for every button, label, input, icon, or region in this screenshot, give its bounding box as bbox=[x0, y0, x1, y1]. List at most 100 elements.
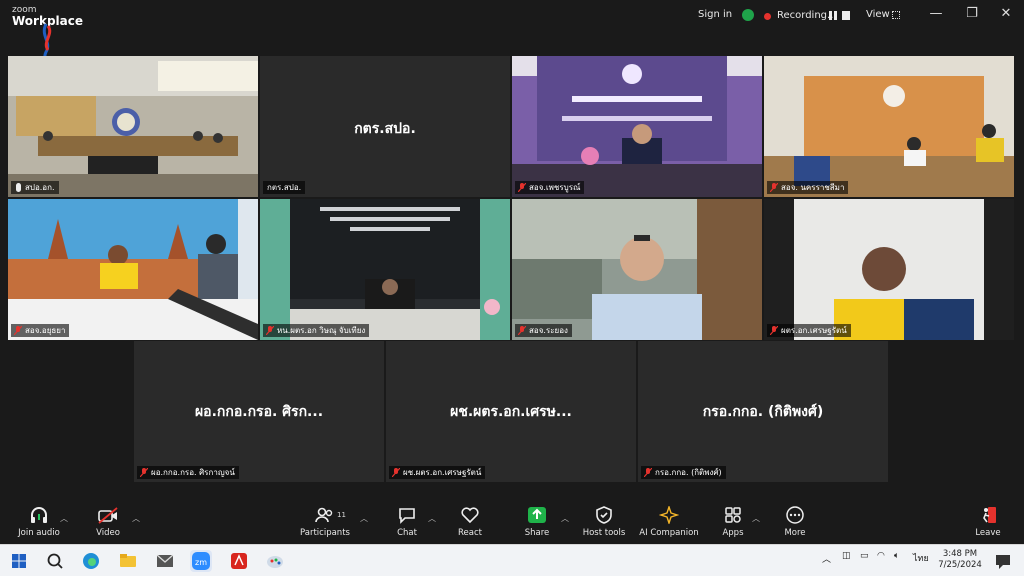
react-button[interactable]: React bbox=[435, 506, 505, 538]
participant-name-text: สอจ. นครราชสีมา bbox=[781, 183, 845, 192]
mic-muted-icon bbox=[392, 468, 400, 477]
share-label: Share bbox=[524, 528, 550, 538]
host-tools-button[interactable]: Host tools bbox=[569, 506, 639, 538]
ai-companion-button[interactable]: AI Companion bbox=[634, 506, 704, 538]
edge-browser-icon[interactable] bbox=[80, 550, 102, 572]
share-screen-icon bbox=[528, 507, 546, 523]
participants-count: 11 bbox=[337, 511, 346, 519]
input-language[interactable]: ไทย bbox=[913, 551, 929, 565]
participants-options-chevron-icon[interactable]: ︿ bbox=[360, 513, 368, 524]
video-feed-conference-room bbox=[8, 56, 258, 197]
sign-in-link[interactable]: Sign in bbox=[698, 9, 732, 20]
close-icon[interactable]: ✕ bbox=[996, 6, 1016, 21]
show-hidden-icons-chevron-icon[interactable]: ︿ bbox=[822, 552, 831, 565]
apps-label: Apps bbox=[722, 528, 744, 538]
zoom-taskbar-button[interactable]: zm bbox=[190, 550, 212, 572]
participant-display-name: ผช.ผตร.อก.เศรษ... bbox=[450, 404, 572, 420]
shield-icon bbox=[596, 506, 612, 524]
windows-taskbar: zm ︿ ◫ ▭ ◠ 🔈︎ ไทย 3:48 PM 7/25/2024 bbox=[0, 544, 1024, 576]
share-options-chevron-icon[interactable]: ︿ bbox=[561, 513, 569, 524]
video-tile[interactable]: สอจ.อยุธยา bbox=[8, 199, 258, 340]
participants-icon bbox=[315, 507, 333, 523]
video-options-chevron-icon[interactable]: ︿ bbox=[132, 513, 140, 524]
ai-companion-label: AI Companion bbox=[639, 528, 699, 538]
chat-icon bbox=[399, 508, 415, 524]
zoom-workplace-window: zoom Workplace Sign in Recording... View… bbox=[0, 0, 1024, 576]
participant-name-text: ผอ.กกอ.กรอ. ศิรกาญจน์ bbox=[151, 468, 235, 477]
join-audio-label: Join audio bbox=[18, 528, 60, 538]
audio-options-chevron-icon[interactable]: ︿ bbox=[60, 513, 68, 524]
video-tile[interactable]: กรอ.กกอ. (กิติพงศ์) กรอ.กกอ. (กิติพงศ์) bbox=[638, 341, 888, 482]
minimize-icon[interactable]: — bbox=[926, 6, 946, 21]
network-status-icon[interactable]: ▭ bbox=[860, 551, 869, 561]
file-explorer-icon[interactable] bbox=[117, 550, 139, 572]
video-feed-conference-hall bbox=[260, 199, 510, 340]
sparkle-icon bbox=[659, 506, 679, 524]
leave-button[interactable]: Leave bbox=[953, 506, 1023, 538]
participant-name: หน.ผตร.อก วิษณุ จับเทียง bbox=[263, 324, 370, 337]
video-tile[interactable]: สปอ.อก. bbox=[8, 56, 258, 197]
view-menu[interactable]: View bbox=[866, 9, 890, 20]
video-tile[interactable]: ผช.ผตร.อก.เศรษ... ผช.ผตร.อก.เศรษฐรัตน์ bbox=[386, 341, 636, 482]
paint-icon[interactable] bbox=[264, 550, 286, 572]
leave-icon bbox=[983, 507, 996, 523]
volume-muted-icon[interactable]: 🔈︎ bbox=[894, 551, 899, 561]
heart-icon bbox=[461, 507, 479, 524]
wifi-icon[interactable]: ◠ bbox=[877, 551, 885, 561]
apps-options-chevron-icon[interactable]: ︿ bbox=[752, 513, 760, 524]
participant-name: สปอ.อก. bbox=[11, 181, 59, 194]
mail-icon[interactable] bbox=[154, 550, 176, 572]
host-tools-label: Host tools bbox=[582, 528, 626, 538]
participant-name-text: หน.ผตร.อก วิษณุ จับเทียง bbox=[277, 326, 366, 335]
search-icon[interactable] bbox=[44, 550, 66, 572]
participant-name-text: ผช.ผตร.อก.เศรษฐรัตน์ bbox=[403, 468, 482, 477]
mic-muted-icon bbox=[770, 326, 778, 335]
zoom-app-icon: zm bbox=[192, 552, 210, 570]
video-feed-meeting-desk bbox=[764, 56, 1014, 197]
stop-recording-icon[interactable] bbox=[842, 11, 850, 20]
participant-name: กรอ.กกอ. (กิติพงศ์) bbox=[641, 466, 726, 479]
participant-name: ผตร.อก.เศรษฐรัตน์ bbox=[767, 324, 851, 337]
video-tile[interactable]: ผตร.อก.เศรษฐรัตน์ bbox=[764, 199, 1014, 340]
participant-name: สอจ.ระยอง bbox=[515, 324, 572, 337]
meeting-toolbar: Join audio ︿ Video ︿ Participants 11 ︿ C… bbox=[0, 500, 1024, 544]
video-off-icon bbox=[98, 507, 118, 524]
participants-button[interactable]: Participants bbox=[290, 506, 360, 538]
participant-name: สอจ. นครราชสีมา bbox=[767, 181, 849, 194]
video-tile[interactable]: สอจ.ระยอง bbox=[512, 199, 762, 340]
mic-muted-icon bbox=[14, 326, 22, 335]
grid-view-icon[interactable] bbox=[892, 11, 900, 19]
acrobat-icon[interactable] bbox=[228, 550, 250, 572]
participant-name: สอจ.อยุธยา bbox=[11, 324, 70, 337]
mic-on-icon bbox=[16, 183, 21, 192]
participant-name-text: สปอ.อก. bbox=[25, 183, 55, 192]
restore-icon[interactable]: ❐ bbox=[962, 6, 982, 21]
video-tile[interactable]: กตร.สปอ. กตร.สปอ. bbox=[260, 56, 510, 197]
pause-recording-icon[interactable] bbox=[829, 11, 837, 20]
video-tile[interactable]: หน.ผตร.อก วิษณุ จับเทียง bbox=[260, 199, 510, 340]
video-feed-person-closeup bbox=[764, 199, 1014, 340]
participant-name-text: ผตร.อก.เศรษฐรัตน์ bbox=[781, 326, 847, 335]
svg-text:zm: zm bbox=[195, 558, 207, 567]
clock-time: 3:48 PM bbox=[942, 549, 978, 559]
video-tile[interactable]: สอจ. นครราชสีมา bbox=[764, 56, 1014, 197]
video-tile[interactable]: สอจ.เพชรบูรณ์ bbox=[512, 56, 762, 197]
mic-muted-icon bbox=[770, 183, 778, 192]
mic-muted-icon bbox=[518, 326, 526, 335]
video-label: Video bbox=[96, 528, 120, 538]
participant-display-name: ผอ.กกอ.กรอ. ศิรก... bbox=[194, 404, 324, 420]
more-button[interactable]: More bbox=[760, 506, 830, 538]
apps-icon bbox=[725, 507, 741, 523]
input-indicator-icon[interactable]: ◫ bbox=[842, 551, 851, 561]
taskbar-clock[interactable]: 3:48 PM 7/25/2024 bbox=[932, 549, 988, 571]
encryption-shield-icon[interactable] bbox=[742, 9, 754, 21]
windows-start-icon[interactable] bbox=[8, 550, 30, 572]
notifications-icon[interactable] bbox=[992, 550, 1014, 572]
participant-name-text: กตร.สปอ. bbox=[267, 183, 302, 192]
mic-muted-icon bbox=[266, 326, 274, 335]
title-bar: zoom Workplace Sign in Recording... View… bbox=[0, 0, 1024, 77]
video-tile[interactable]: ผอ.กกอ.กรอ. ศิรก... ผอ.กกอ.กรอ. ศิรกาญจน… bbox=[134, 341, 384, 482]
mic-muted-icon bbox=[140, 468, 148, 477]
participant-name-text: สอจ.เพชรบูรณ์ bbox=[529, 183, 581, 192]
headphones-icon bbox=[31, 507, 47, 523]
